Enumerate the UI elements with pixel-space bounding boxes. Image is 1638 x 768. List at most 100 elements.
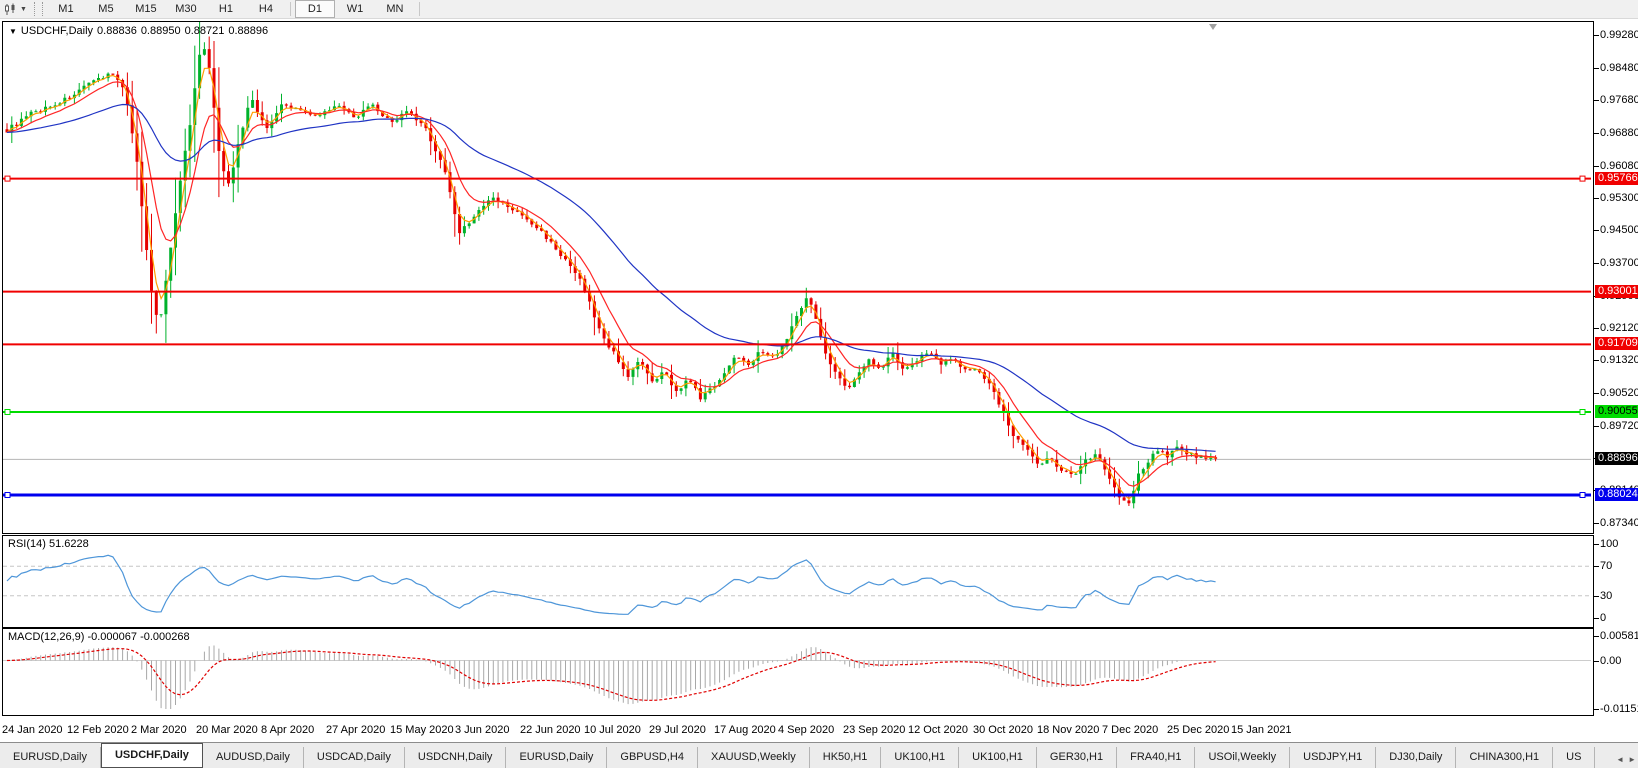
price-axis-label: 0.91320 (1600, 354, 1638, 366)
macd-label: MACD(12,26,9) -0.000067 -0.000268 (8, 631, 190, 643)
price-axis-tickmark (1594, 133, 1599, 134)
date-axis-label: 12 Oct 2020 (908, 724, 968, 736)
price-axis-label: 0.96880 (1600, 127, 1638, 139)
date-axis-label: 22 Jun 2020 (520, 724, 581, 736)
chart-title: ▼ USDCHF,Daily 0.88836 0.88950 0.88721 0… (9, 25, 268, 37)
rsi-axis-tickmark (1594, 596, 1599, 597)
symbol-dropdown-icon[interactable]: ▼ (9, 27, 17, 36)
timeframe-button-m5[interactable]: M5 (86, 0, 126, 18)
ohlc-open: 0.88836 (97, 25, 137, 37)
hline-price-label: 0.95766 (1595, 172, 1638, 185)
chart-tab-usoil-weekly[interactable]: USOil,Weekly (1195, 747, 1290, 768)
chart-tabbar: EURUSD,DailyUSDCHF,DailyAUDUSD,DailyUSDC… (0, 742, 1638, 768)
candlestick-chart-icon (4, 3, 17, 16)
hline-price-label: 0.90055 (1595, 405, 1638, 418)
date-axis-label: 18 Nov 2020 (1037, 724, 1099, 736)
chart-tab-usdcad-daily[interactable]: USDCAD,Daily (304, 747, 405, 768)
macd-canvas[interactable] (3, 629, 1591, 713)
price-axis-label: 0.90520 (1600, 387, 1638, 399)
timeframe-toolbar: ▼ M1M5M15M30H1H4 D1W1MN (0, 0, 1638, 19)
price-axis-tickmark (1594, 523, 1599, 524)
timeframe-button-w1[interactable]: W1 (335, 0, 375, 18)
timeframe-button-d1[interactable]: D1 (295, 0, 335, 18)
chart-type-button[interactable]: ▼ (0, 1, 31, 17)
rsi-canvas[interactable] (3, 536, 1591, 625)
hline-price-label: 0.88896 (1595, 452, 1638, 465)
tab-nav: ◄ ► (1616, 755, 1636, 764)
date-axis-label: 15 Jan 2021 (1231, 724, 1292, 736)
hline-price-label: 0.93001 (1595, 285, 1638, 298)
rsi-label: RSI(14) 51.6228 (8, 538, 89, 550)
chart-tab-xauusd-weekly[interactable]: XAUUSD,Weekly (698, 747, 810, 768)
price-axis-tickmark (1594, 230, 1599, 231)
rsi-axis-label: 0 (1600, 612, 1638, 624)
price-axis-tickmark (1594, 360, 1599, 361)
price-axis-tickmark (1594, 328, 1599, 329)
price-axis-label: 0.98480 (1600, 62, 1638, 74)
rsi-axis-label: 30 (1600, 590, 1638, 602)
chart-tab-dj30-daily[interactable]: DJ30,Daily (1376, 747, 1456, 768)
rsi-axis-tickmark (1594, 544, 1599, 545)
chart-tab-uk100-h1[interactable]: UK100,H1 (959, 747, 1037, 768)
date-axis-label: 23 Sep 2020 (843, 724, 905, 736)
chart-tab-ger30-h1[interactable]: GER30,H1 (1037, 747, 1117, 768)
macd-panel: MACD(12,26,9) -0.000067 -0.000268 (2, 628, 1594, 716)
price-axis-label: 0.92120 (1600, 322, 1638, 334)
date-axis-label: 2 Mar 2020 (131, 724, 187, 736)
timeframe-button-m1[interactable]: M1 (46, 0, 86, 18)
timeframe-button-m15[interactable]: M15 (126, 0, 166, 18)
price-axis-label: 0.95300 (1600, 192, 1638, 204)
chart-tab-fra40-h1[interactable]: FRA40,H1 (1117, 747, 1195, 768)
tab-next-icon[interactable]: ► (1628, 755, 1636, 764)
mt4-window: ▼ M1M5M15M30H1H4 D1W1MN ▼ USDCHF,Daily 0.… (0, 0, 1638, 768)
rsi-panel: RSI(14) 51.6228 (2, 535, 1594, 628)
timeframe-buttons: M1M5M15M30H1H4 D1W1MN (46, 0, 424, 18)
chart-tab-eurusd-daily[interactable]: EURUSD,Daily (0, 747, 101, 768)
ohlc-close: 0.88896 (228, 25, 268, 37)
timeframe-button-h4[interactable]: H4 (246, 0, 286, 18)
timeframe-button-h1[interactable]: H1 (206, 0, 246, 18)
chart-tab-eurusd-daily[interactable]: EURUSD,Daily (506, 747, 607, 768)
date-axis-label: 20 Mar 2020 (196, 724, 258, 736)
rsi-axis-tickmark (1594, 566, 1599, 567)
date-axis-label: 24 Jan 2020 (2, 724, 63, 736)
toolbar-grip[interactable] (34, 2, 43, 16)
tab-prev-icon[interactable]: ◄ (1616, 755, 1624, 764)
chart-tab-usdjpy-h1[interactable]: USDJPY,H1 (1290, 747, 1376, 768)
price-axis-label: 0.99280 (1600, 29, 1638, 41)
price-axis-tickmark (1594, 263, 1599, 264)
chart-tab-china300-h1[interactable]: CHINA300,H1 (1456, 747, 1553, 768)
price-axis-label: 0.96080 (1600, 160, 1638, 172)
macd-axis-tickmark (1594, 661, 1599, 662)
chart-tab-uk100-h1[interactable]: UK100,H1 (881, 747, 959, 768)
chart-tab-us[interactable]: US (1553, 747, 1595, 768)
timeframe-button-m30[interactable]: M30 (166, 0, 206, 18)
chart-tab-hk50-h1[interactable]: HK50,H1 (810, 747, 882, 768)
date-axis-label: 4 Sep 2020 (778, 724, 834, 736)
price-axis-label: 0.89720 (1600, 420, 1638, 432)
date-axis-label: 25 Dec 2020 (1167, 724, 1229, 736)
chart-tab-usdcnh-daily[interactable]: USDCNH,Daily (405, 747, 507, 768)
chart-tab-gbpusd-h4[interactable]: GBPUSD,H4 (607, 747, 698, 768)
chart-tab-usdchf-daily[interactable]: USDCHF,Daily (101, 743, 203, 768)
price-axis-tickmark (1594, 166, 1599, 167)
date-axis-label: 29 Jul 2020 (649, 724, 706, 736)
timeframe-button-mn[interactable]: MN (375, 0, 415, 18)
rsi-axis-label: 100 (1600, 538, 1638, 550)
price-axis-tickmark (1594, 426, 1599, 427)
price-chart-canvas[interactable] (3, 22, 1591, 531)
chart-symbol-label: USDCHF,Daily (21, 25, 93, 37)
macd-axis-label: 0.005818 (1600, 630, 1638, 642)
rsi-axis-label: 70 (1600, 560, 1638, 572)
toolbar-separator (419, 2, 420, 16)
hline-price-label: 0.91709 (1595, 337, 1638, 350)
price-axis-tickmark (1594, 100, 1599, 101)
macd-axis-tickmark (1594, 636, 1599, 637)
chart-tab-audusd-daily[interactable]: AUDUSD,Daily (203, 747, 304, 768)
chart-shift-icon[interactable] (1209, 24, 1217, 30)
chart-tabs: EURUSD,DailyUSDCHF,DailyAUDUSD,DailyUSDC… (0, 743, 1595, 768)
price-chart-panel: ▼ USDCHF,Daily 0.88836 0.88950 0.88721 0… (2, 21, 1594, 534)
price-axis-label: 0.97680 (1600, 94, 1638, 106)
macd-axis-tickmark (1594, 709, 1599, 710)
date-axis-label: 30 Oct 2020 (973, 724, 1033, 736)
